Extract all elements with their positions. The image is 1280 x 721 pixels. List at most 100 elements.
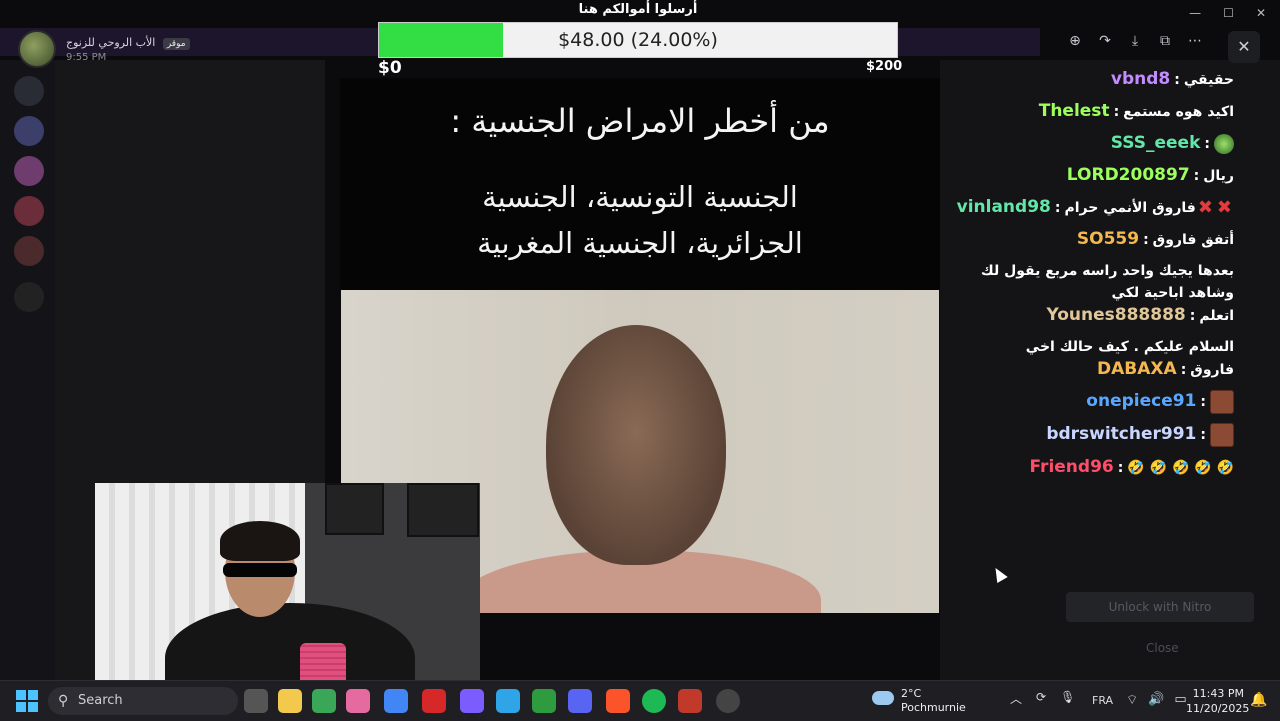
brave-icon[interactable] [606, 689, 630, 713]
volume-icon[interactable]: 🔊 [1148, 692, 1164, 708]
chat-text: أتفق فاروق [1152, 232, 1234, 248]
goal-min: $0 [378, 58, 402, 78]
clock[interactable]: 11:43 PM 11/20/2025 [1186, 686, 1249, 716]
chat-separator: : [1174, 72, 1180, 88]
chat-message: بعدها يجيك واحد راسه مربع يقول لك وشاهد … [954, 260, 1234, 327]
notification-icon[interactable]: 🔔 [1250, 692, 1267, 708]
download-icon[interactable]: ⤓ [1124, 30, 1146, 52]
chat-message: :onepiece91 [954, 390, 1234, 414]
close-window-icon[interactable]: ✕ [1256, 6, 1266, 20]
twitch-icon[interactable] [460, 689, 484, 713]
zoom-icon[interactable]: ⊕ [1064, 30, 1086, 52]
chrome-icon[interactable] [384, 689, 408, 713]
utorrent-icon[interactable] [532, 689, 556, 713]
app-icon[interactable] [244, 689, 268, 713]
server-icon[interactable] [14, 76, 44, 106]
chat-separator: : [1189, 308, 1196, 324]
presentation-slide: من أخطر الامراض الجنسية : الجنسية التونس… [340, 78, 940, 290]
chat-username[interactable]: DABAXA [1097, 359, 1177, 379]
close-overlay-button[interactable]: ✕ [1228, 31, 1260, 63]
start-icon[interactable] [16, 690, 38, 712]
sunglasses [223, 563, 297, 577]
wifi-icon[interactable]: ⌔ [1126, 692, 1138, 708]
sync-icon[interactable]: ⟳ [1036, 690, 1046, 707]
chat-separator: : [1200, 427, 1206, 443]
chat-separator: : [1180, 362, 1187, 378]
app-icon[interactable] [716, 689, 740, 713]
wall-frame [407, 483, 479, 537]
weather-condition: Pochmurnie [901, 701, 966, 714]
open-external-icon[interactable]: ⧉ [1154, 30, 1176, 52]
close-button[interactable]: Close [1146, 641, 1179, 655]
app-icon[interactable] [496, 689, 520, 713]
chat-username[interactable]: SSS_eeek [1111, 133, 1201, 153]
chat-separator: : [1193, 168, 1200, 184]
cross-emote-icon: ✖ [1197, 197, 1213, 218]
app-icon[interactable] [422, 689, 446, 713]
avatar[interactable] [18, 30, 56, 68]
app-icon[interactable] [346, 689, 370, 713]
chat-username[interactable]: LORD200897 [1067, 165, 1190, 185]
server-icon[interactable] [14, 196, 44, 226]
slide-line-2: الجزائرية، الجنسية المغربية [477, 226, 803, 260]
face-emote-icon [1210, 390, 1234, 414]
unlock-nitro-button[interactable]: Unlock with Nitro [1066, 592, 1254, 622]
user-name: الأب الروحي للزنوج موقر [66, 36, 190, 50]
taskbar-search[interactable]: ⚲ Search [48, 687, 238, 715]
chat-username[interactable]: bdrswitcher991 [1046, 424, 1196, 444]
stream-user-header: الأب الروحي للزنوج موقر 9:55 PM [18, 30, 190, 68]
obs-icon[interactable] [678, 689, 702, 713]
face-emote-icon [1210, 423, 1234, 447]
microphone-icon[interactable]: 🎙 [1060, 690, 1075, 707]
maximize-icon[interactable]: ☐ [1223, 6, 1234, 20]
chat-username[interactable]: onepiece91 [1086, 391, 1196, 411]
chat-username[interactable]: Younes888888 [1046, 305, 1185, 325]
taskbar: ⚲ Search 2°C Pochmurnie ︿ ⟳ 🎙 FRA ⌔ 🔊 ▭ … [0, 680, 1280, 721]
file-explorer-icon[interactable] [278, 689, 302, 713]
chat-text: اكيد هوه مستمع [1123, 104, 1234, 120]
app-icon[interactable] [312, 689, 336, 713]
user-name-text: الأب الروحي للزنوج [66, 35, 156, 49]
stream-chat: حقيقي:vbnd8 اكيد هوه مستمع:Thelest:SSS_ee… [954, 68, 1234, 488]
chat-username[interactable]: vbnd8 [1111, 69, 1170, 89]
window-controls: — ☐ ✕ [1189, 6, 1266, 20]
chat-message: ✖✖فاروق الأنمي حرام:vinland98 [954, 196, 1234, 219]
minimize-icon[interactable]: — [1189, 6, 1201, 20]
user-badge: موقر [162, 37, 190, 50]
clock-time: 11:43 PM [1192, 687, 1244, 700]
search-label: Search [78, 693, 123, 708]
wall-frame [325, 483, 384, 535]
streamer-webcam [95, 483, 480, 699]
ball-emote-icon [1214, 134, 1234, 154]
chat-username[interactable]: Thelest [1039, 101, 1110, 121]
donation-goal-bar: $48.00 (24.00%) [378, 22, 898, 58]
spotify-icon[interactable] [642, 689, 666, 713]
chat-username[interactable]: SO559 [1077, 229, 1139, 249]
chat-username[interactable]: vinland98 [957, 197, 1051, 217]
goal-title: أرسلوا أموالكم هنا [578, 2, 698, 17]
language-indicator[interactable]: FRA [1092, 694, 1113, 707]
discord-icon[interactable] [568, 689, 592, 713]
more-icon[interactable]: ⋯ [1184, 30, 1206, 52]
forward-icon[interactable]: ↷ [1094, 30, 1116, 52]
battery-icon[interactable]: ▭ [1174, 692, 1186, 708]
goal-max: $200 [866, 59, 903, 74]
chat-message: ريال:LORD200897 [954, 164, 1234, 187]
chat-username[interactable]: Friend96 [1030, 457, 1114, 477]
chat-message: :bdrswitcher991 [954, 423, 1234, 447]
chat-separator: : [1113, 104, 1120, 120]
server-icon[interactable] [14, 116, 44, 146]
slide-line-1: الجنسية التونسية، الجنسية [482, 180, 798, 214]
chat-separator: : [1117, 460, 1124, 476]
streamer-hair [220, 521, 300, 561]
goal-amount: $48.00 (24.00%) [558, 29, 718, 51]
chat-separator: : [1204, 136, 1210, 152]
server-icon[interactable] [14, 236, 44, 266]
chevron-up-icon[interactable]: ︿ [1010, 690, 1022, 707]
chat-message: 🤣 🤣 🤣 🤣 🤣:Friend96 [954, 456, 1234, 479]
add-server-icon[interactable] [14, 282, 44, 312]
cloud-icon [872, 691, 894, 705]
chat-message: أتفق فاروق:SO559 [954, 228, 1234, 251]
guest-face [546, 325, 726, 565]
server-icon[interactable] [14, 156, 44, 186]
